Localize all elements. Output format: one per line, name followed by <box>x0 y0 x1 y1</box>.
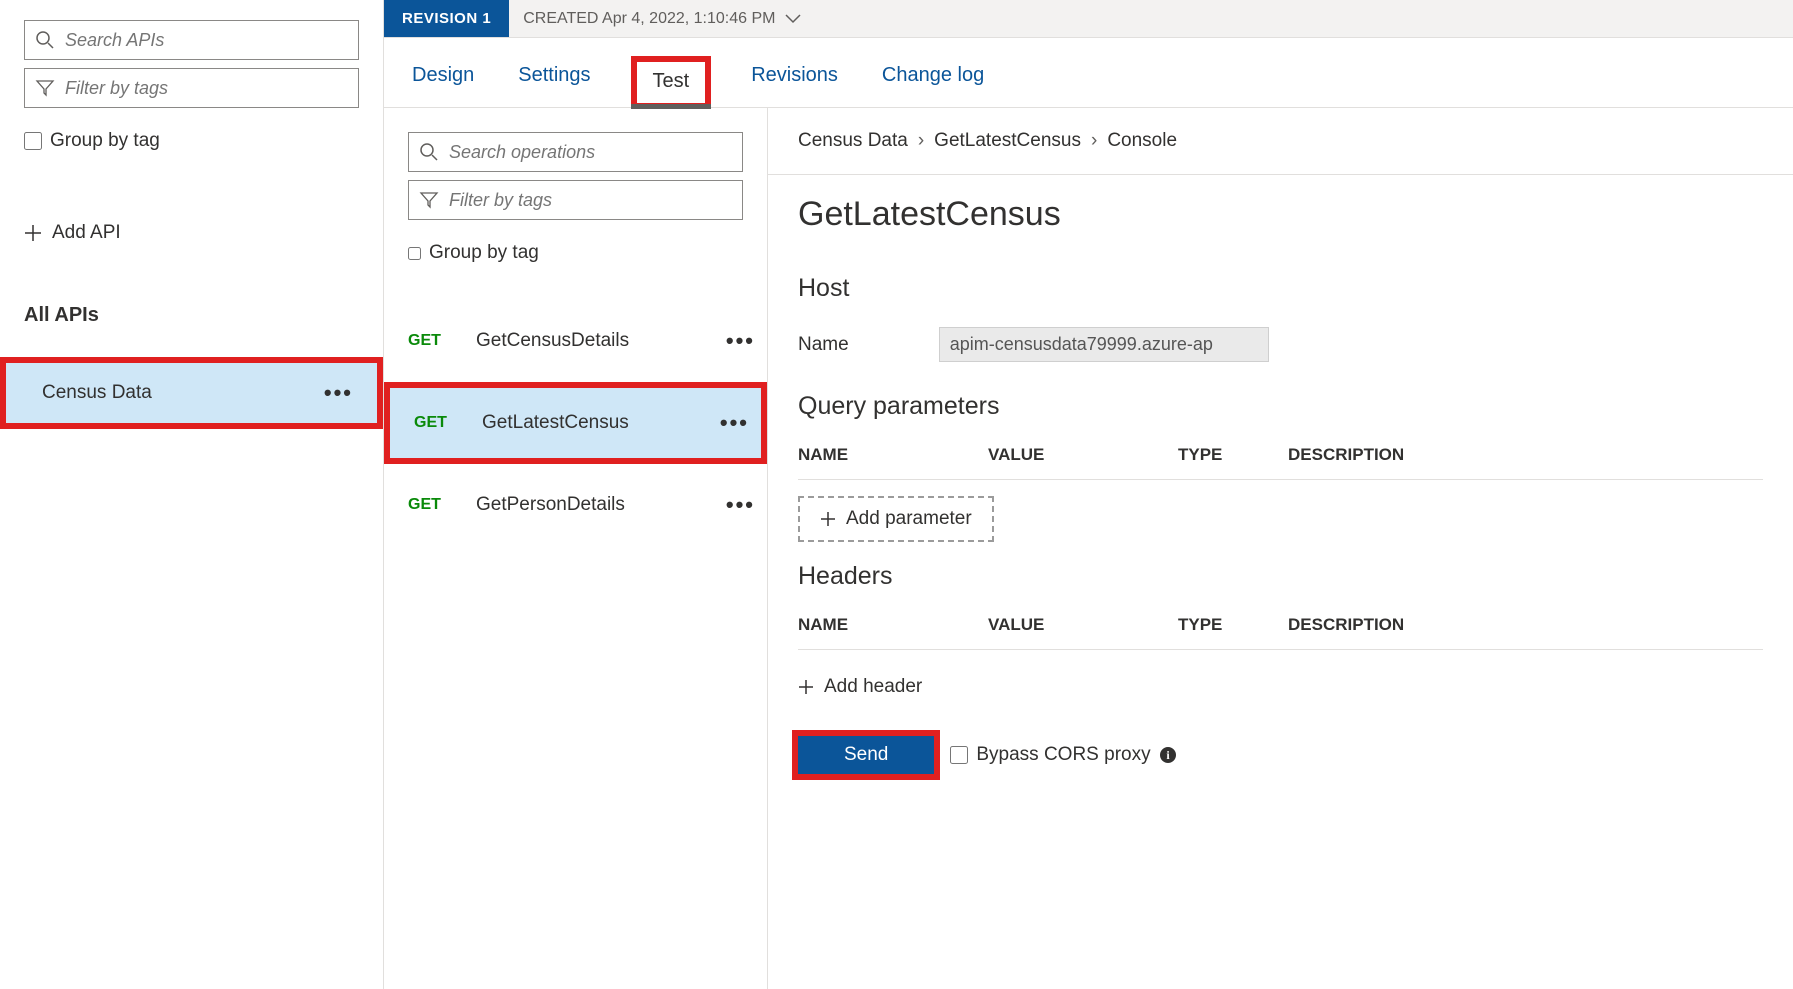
add-parameter-button[interactable]: Add parameter <box>798 496 994 542</box>
add-parameter-label: Add parameter <box>846 508 972 530</box>
plus-icon <box>820 511 836 527</box>
breadcrumb-item[interactable]: GetLatestCensus <box>934 130 1081 152</box>
col-description: DESCRIPTION <box>1288 445 1488 465</box>
send-button[interactable]: Send <box>798 736 934 774</box>
add-api-label: Add API <box>52 222 121 244</box>
breadcrumb-item[interactable]: Census Data <box>798 130 908 152</box>
operation-item[interactable]: GET GetCensusDetails ••• <box>384 300 767 382</box>
col-name: NAME <box>798 615 978 635</box>
filter-operations-input[interactable] <box>449 190 732 211</box>
query-params-title: Query parameters <box>798 392 1763 421</box>
bypass-cors-checkbox[interactable]: Bypass CORS proxy i <box>950 744 1176 766</box>
plus-icon <box>24 224 42 242</box>
http-method-badge: GET <box>414 414 454 432</box>
info-icon[interactable]: i <box>1159 746 1177 764</box>
revision-created[interactable]: CREATED Apr 4, 2022, 1:10:46 PM <box>509 10 801 28</box>
col-value: VALUE <box>988 445 1168 465</box>
http-method-badge: GET <box>408 332 448 350</box>
search-operations-input[interactable] <box>449 142 732 163</box>
operations-group-by-tag-checkbox[interactable]: Group by tag <box>384 238 767 264</box>
tab-change-log[interactable]: Change log <box>878 64 988 107</box>
tab-revisions[interactable]: Revisions <box>747 64 842 107</box>
api-list: Census Data ••• <box>0 357 383 429</box>
operations-list: GET GetCensusDetails ••• GET GetLatestCe… <box>384 300 767 546</box>
more-icon[interactable]: ••• <box>726 328 755 354</box>
all-apis-heading[interactable]: All APIs <box>0 304 383 327</box>
search-icon <box>419 142 439 162</box>
tab-settings[interactable]: Settings <box>514 64 594 107</box>
col-type: TYPE <box>1178 615 1278 635</box>
col-type: TYPE <box>1178 445 1278 465</box>
operation-name: GetLatestCensus <box>482 412 692 434</box>
operation-item[interactable]: GET GetLatestCensus ••• <box>384 382 767 464</box>
operation-title: GetLatestCensus <box>798 195 1763 234</box>
details-panel: Census Data › GetLatestCensus › Console … <box>768 108 1793 989</box>
group-by-tag-checkbox[interactable]: Group by tag <box>0 126 383 152</box>
api-item-label: Census Data <box>42 382 152 404</box>
breadcrumb-separator: › <box>918 130 924 152</box>
tab-design[interactable]: Design <box>408 64 478 107</box>
col-description: DESCRIPTION <box>1288 615 1488 635</box>
operation-name: GetCensusDetails <box>476 330 698 352</box>
add-header-button[interactable]: Add header <box>798 666 922 708</box>
host-name-label: Name <box>798 334 849 356</box>
breadcrumb-separator: › <box>1091 130 1097 152</box>
chevron-down-icon <box>785 14 801 24</box>
query-params-table: NAME VALUE TYPE DESCRIPTION Add paramete… <box>798 445 1763 542</box>
filter-icon <box>419 190 439 210</box>
main-content: REVISION 1 CREATED Apr 4, 2022, 1:10:46 … <box>384 0 1793 989</box>
filter-tags-input[interactable] <box>65 78 348 99</box>
host-name-input[interactable] <box>939 327 1269 362</box>
host-section-title: Host <box>798 274 1763 303</box>
col-value: VALUE <box>988 615 1168 635</box>
add-header-label: Add header <box>824 676 922 698</box>
col-name: NAME <box>798 445 978 465</box>
search-apis-field[interactable] <box>24 20 359 60</box>
add-api-button[interactable]: Add API <box>0 222 383 244</box>
operation-item[interactable]: GET GetPersonDetails ••• <box>384 464 767 546</box>
filter-tags-field[interactable] <box>24 68 359 108</box>
revision-created-label: CREATED Apr 4, 2022, 1:10:46 PM <box>523 10 775 28</box>
bypass-cors-label: Bypass CORS proxy <box>976 744 1150 766</box>
operations-group-by-tag-label: Group by tag <box>429 242 539 264</box>
group-by-tag-label: Group by tag <box>50 130 160 152</box>
revision-badge[interactable]: REVISION 1 <box>384 0 509 37</box>
search-icon <box>35 30 55 50</box>
tabs: Design Settings Test Revisions Change lo… <box>384 38 1793 108</box>
filter-operations-field[interactable] <box>408 180 743 220</box>
operations-panel: Group by tag GET GetCensusDetails ••• GE… <box>384 108 768 989</box>
headers-table: NAME VALUE TYPE DESCRIPTION Add header <box>798 615 1763 708</box>
more-icon[interactable]: ••• <box>324 380 353 406</box>
search-apis-input[interactable] <box>65 30 348 51</box>
apis-sidebar: Group by tag Add API All APIs Census Dat… <box>0 0 384 989</box>
filter-icon <box>35 78 55 98</box>
operation-name: GetPersonDetails <box>476 494 698 516</box>
revision-bar: REVISION 1 CREATED Apr 4, 2022, 1:10:46 … <box>384 0 1793 38</box>
breadcrumb-item[interactable]: Console <box>1107 130 1177 152</box>
breadcrumb: Census Data › GetLatestCensus › Console <box>768 108 1793 175</box>
tab-test[interactable]: Test <box>631 56 712 109</box>
plus-icon <box>798 679 814 695</box>
search-operations-field[interactable] <box>408 132 743 172</box>
more-icon[interactable]: ••• <box>726 492 755 518</box>
api-item-census-data[interactable]: Census Data ••• <box>0 357 383 429</box>
headers-title: Headers <box>798 562 1763 591</box>
more-icon[interactable]: ••• <box>720 410 749 436</box>
http-method-badge: GET <box>408 496 448 514</box>
